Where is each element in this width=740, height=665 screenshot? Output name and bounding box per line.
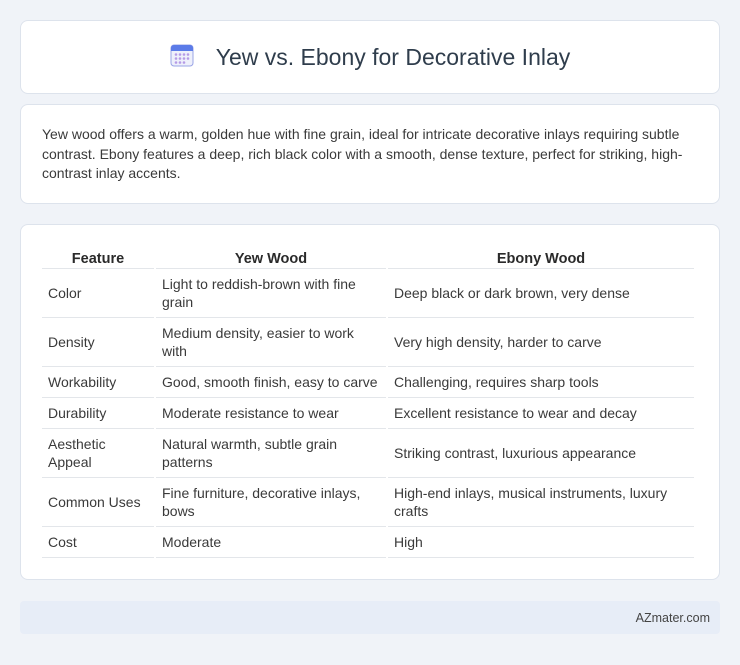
- feature-cell: Density: [42, 318, 154, 367]
- ebony-cell: Excellent resistance to wear and decay: [388, 398, 694, 429]
- column-header-ebony: Ebony Wood: [388, 245, 694, 269]
- yew-cell: Moderate: [156, 527, 386, 558]
- yew-cell: Good, smooth finish, easy to carve: [156, 367, 386, 398]
- title-wrap: Yew vs. Ebony for Decorative Inlay: [170, 43, 571, 72]
- feature-cell: Aesthetic Appeal: [42, 429, 154, 478]
- ebony-cell: High-end inlays, musical instruments, lu…: [388, 478, 694, 527]
- feature-cell: Durability: [42, 398, 154, 429]
- ebony-cell: Deep black or dark brown, very dense: [388, 269, 694, 318]
- table-row: Durability Moderate resistance to wear E…: [42, 398, 694, 429]
- feature-cell: Workability: [42, 367, 154, 398]
- calendar-icon: [170, 43, 194, 72]
- yew-cell: Medium density, easier to work with: [156, 318, 386, 367]
- footer-bar: AZmater.com: [20, 601, 720, 634]
- table-header-row: Feature Yew Wood Ebony Wood: [42, 245, 694, 269]
- table-row: Aesthetic Appeal Natural warmth, subtle …: [42, 429, 694, 478]
- page-title: Yew vs. Ebony for Decorative Inlay: [215, 43, 571, 70]
- ebony-cell: High: [388, 527, 694, 558]
- intro-card: Yew wood offers a warm, golden hue with …: [20, 104, 720, 204]
- comparison-table: Feature Yew Wood Ebony Wood Color Light …: [40, 245, 696, 558]
- ebony-cell: Challenging, requires sharp tools: [388, 367, 694, 398]
- table-row: Common Uses Fine furniture, decorative i…: [42, 478, 694, 527]
- feature-cell: Common Uses: [42, 478, 154, 527]
- yew-cell: Light to reddish-brown with fine grain: [156, 269, 386, 318]
- yew-cell: Moderate resistance to wear: [156, 398, 386, 429]
- ebony-cell: Striking contrast, luxurious appearance: [388, 429, 694, 478]
- table-row: Density Medium density, easier to work w…: [42, 318, 694, 367]
- table-row: Workability Good, smooth finish, easy to…: [42, 367, 694, 398]
- column-header-yew: Yew Wood: [156, 245, 386, 269]
- table-row: Cost Moderate High: [42, 527, 694, 558]
- feature-cell: Color: [42, 269, 154, 318]
- ebony-cell: Very high density, harder to carve: [388, 318, 694, 367]
- column-header-feature: Feature: [42, 245, 154, 269]
- intro-paragraph: Yew wood offers a warm, golden hue with …: [42, 126, 683, 181]
- footer-brand: AZmater.com: [635, 610, 710, 625]
- feature-cell: Cost: [42, 527, 154, 558]
- table-row: Color Light to reddish-brown with fine g…: [42, 269, 694, 318]
- yew-cell: Natural warmth, subtle grain patterns: [156, 429, 386, 478]
- comparison-table-card: Feature Yew Wood Ebony Wood Color Light …: [20, 224, 720, 580]
- yew-cell: Fine furniture, decorative inlays, bows: [156, 478, 386, 527]
- title-card: Yew vs. Ebony for Decorative Inlay: [20, 20, 720, 94]
